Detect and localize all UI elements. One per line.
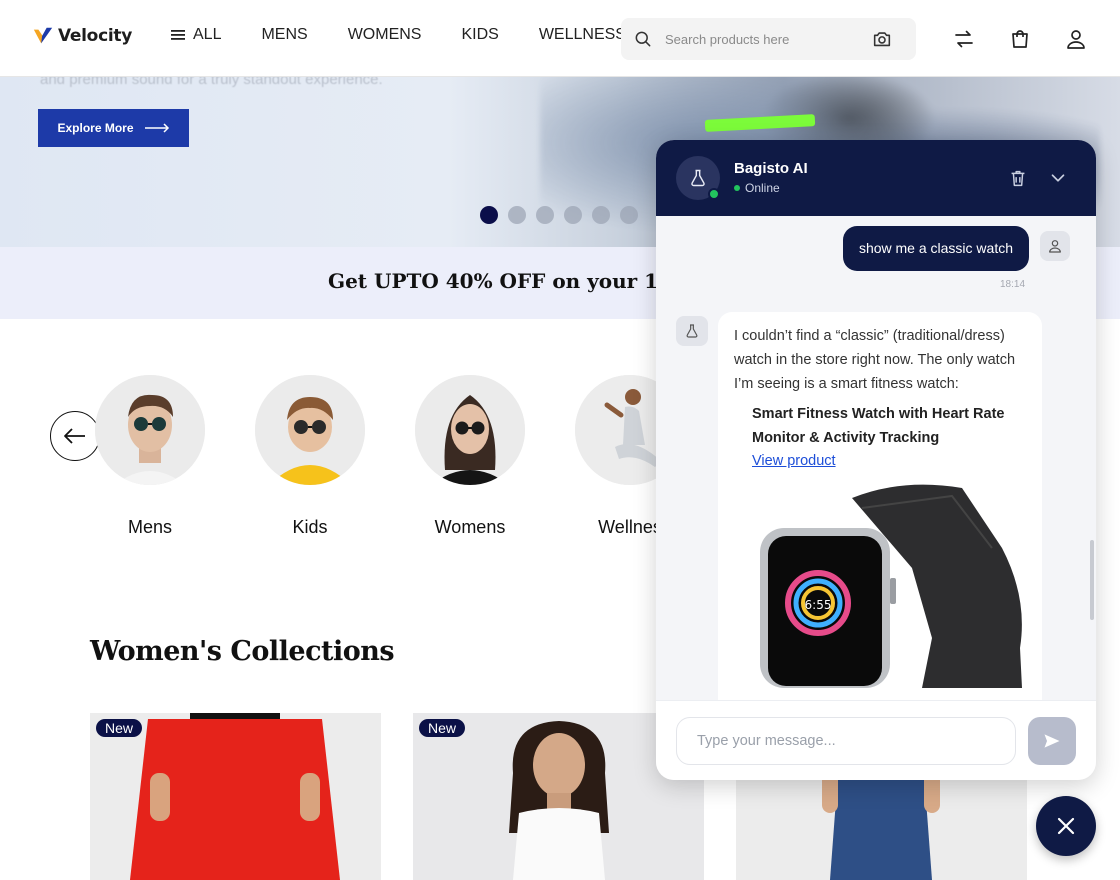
slider-dot[interactable] (620, 206, 638, 224)
product-card[interactable]: New (90, 713, 381, 880)
slider-dot[interactable] (536, 206, 554, 224)
user-account-icon[interactable] (1064, 27, 1088, 51)
nav-all-label: ALL (193, 26, 222, 43)
category-kids-label: Kids (292, 517, 328, 537)
message-timestamp: 18:14 (1000, 279, 1026, 290)
slider-dots (480, 206, 638, 224)
search-icon[interactable] (633, 29, 653, 49)
compare-icon[interactable] (952, 27, 976, 51)
category-mens[interactable]: Mens (95, 375, 205, 538)
user-message-bubble: show me a classic watch (842, 226, 1029, 271)
slider-dot[interactable] (480, 206, 498, 224)
chat-close-button[interactable] (1036, 796, 1096, 856)
arrow-left-icon (64, 428, 85, 444)
camera-search-icon[interactable] (871, 28, 893, 50)
main-nav: ALL MENS WOMENS KIDS WELLNESS (170, 26, 666, 44)
status-dot (734, 185, 740, 191)
velocity-logo-icon (33, 27, 53, 44)
category-womens[interactable]: Womens (415, 375, 525, 538)
slider-dot[interactable] (564, 206, 582, 224)
product-suggestion-image[interactable]: 6:55 (752, 478, 1026, 688)
bot-message-bubble: I couldn’t find a “classic” (traditional… (718, 312, 1042, 732)
category-mens-label: Mens (127, 517, 172, 537)
trash-icon[interactable] (1007, 167, 1029, 189)
new-badge: New (419, 719, 466, 737)
send-icon (1044, 734, 1060, 748)
user-avatar (1040, 231, 1070, 261)
send-button[interactable] (1028, 717, 1076, 765)
smart-watch-image: 6:55 (752, 478, 1026, 688)
watch-face-time: 6:55 (805, 598, 832, 612)
nav-mens[interactable]: MENS (261, 26, 307, 44)
bot-mini-avatar (676, 316, 708, 346)
bot-name: Bagisto AI (734, 160, 808, 177)
explore-more-button[interactable]: Explore More (38, 109, 189, 147)
user-icon (1049, 240, 1061, 253)
product-suggestion-name: Smart Fitness Watch with Heart Rate Moni… (752, 406, 1005, 446)
category-womens-image (415, 375, 525, 485)
chevron-down-icon[interactable] (1047, 167, 1069, 189)
bot-status-text: Online (745, 181, 780, 195)
view-product-link[interactable]: View product (752, 450, 1026, 472)
new-badge: New (96, 719, 143, 737)
nav-all[interactable]: ALL (170, 26, 221, 44)
nav-kids[interactable]: KIDS (461, 26, 498, 44)
category-womens-label: Womens (434, 517, 506, 537)
bot-status: Online (734, 181, 780, 195)
bot-reply-text: I couldn’t find a “classic” (traditional… (734, 328, 1016, 392)
hero-subtitle: and premium sound for a truly standout e… (40, 77, 383, 88)
chat-input-area (656, 700, 1096, 780)
kids-photo-illustration (255, 375, 365, 485)
nav-wellness[interactable]: WELLNESS (539, 26, 626, 44)
category-kids-image (255, 375, 365, 485)
search-bar (621, 18, 916, 60)
chat-header: Bagisto AI Online (656, 140, 1096, 216)
explore-more-label: Explore More (57, 121, 134, 135)
online-indicator (708, 188, 720, 200)
chat-scrollbar[interactable] (1090, 540, 1094, 620)
nav-womens[interactable]: WOMENS (348, 26, 422, 44)
menu-icon (171, 30, 185, 40)
logo-text: Velocity (58, 26, 132, 46)
site-header: Velocity ALL MENS WOMENS KIDS WELLNESS (0, 0, 1120, 77)
slider-dot[interactable] (508, 206, 526, 224)
mens-photo-illustration (95, 375, 205, 485)
product-image-red-pants (90, 713, 381, 880)
slider-dot[interactable] (592, 206, 610, 224)
flask-icon (691, 169, 705, 187)
category-mens-image (95, 375, 205, 485)
category-prev-button[interactable] (50, 411, 100, 461)
close-icon (1057, 817, 1075, 835)
cart-bag-icon[interactable] (1008, 27, 1032, 51)
logo[interactable]: Velocity (32, 25, 132, 47)
chat-widget: Bagisto AI Online show me a classic watc… (656, 140, 1096, 780)
womens-photo-illustration (415, 375, 525, 485)
category-kids[interactable]: Kids (255, 375, 365, 538)
chat-message-input[interactable] (676, 717, 1016, 765)
flask-icon (686, 324, 698, 338)
product-suggestion: Smart Fitness Watch with Heart Rate Moni… (752, 402, 1026, 688)
search-input[interactable] (665, 18, 865, 60)
collections-title: Women's Collections (90, 636, 395, 667)
arrow-right-icon (144, 123, 169, 133)
